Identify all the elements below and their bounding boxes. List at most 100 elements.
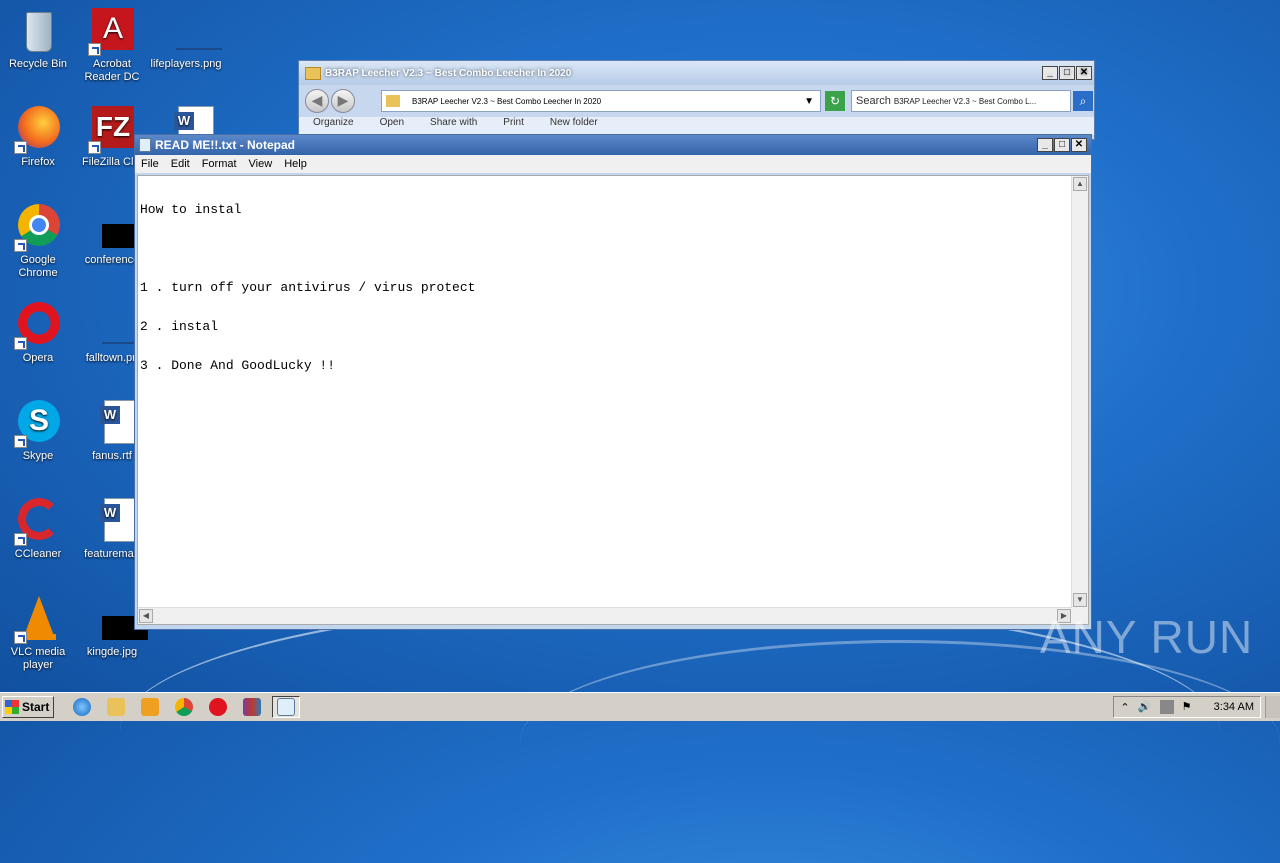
search-label: Search	[856, 95, 891, 107]
scroll-up-icon[interactable]: ▲	[1073, 177, 1087, 191]
search-term: B3RAP Leecher V2.3 ~ Best Combo L...	[893, 96, 1037, 106]
taskbar-winrar[interactable]	[238, 696, 266, 718]
notepad-menubar: File Edit Format View Help	[135, 155, 1091, 173]
menu-file[interactable]: File	[141, 158, 159, 170]
taskbar: Start ⌃ 🔊 ⚑ 3:34 AM	[0, 692, 1280, 721]
notepad-window-controls: _ □ ✕	[1036, 138, 1087, 152]
show-desktop-button[interactable]	[1265, 696, 1280, 718]
taskbar-notepad[interactable]	[272, 696, 300, 718]
image-thumbnail-icon	[88, 596, 148, 644]
address-text: B3RAP Leecher V2.3 ~ Best Combo Leecher …	[412, 96, 602, 106]
acrobat-icon: ⁠A	[88, 8, 136, 56]
desktop-icon-skype[interactable]: S Skype	[0, 400, 76, 463]
desktop-icon-opera[interactable]: Opera	[0, 302, 76, 365]
address-bar[interactable]: B3RAP Leecher V2.3 ~ Best Combo Leecher …	[381, 90, 821, 112]
shortcut-arrow-icon	[88, 43, 101, 56]
chevron-down-icon[interactable]: ▼	[804, 96, 814, 107]
desktop-icon-recycle-bin[interactable]: Recycle Bin	[0, 8, 76, 71]
command-print[interactable]: Print	[503, 117, 524, 135]
menu-view[interactable]: View	[249, 158, 273, 170]
media-player-icon	[141, 698, 159, 716]
back-button[interactable]: ◀	[305, 89, 329, 113]
windows-logo-icon	[5, 700, 19, 714]
maximize-button[interactable]: □	[1054, 138, 1070, 152]
volume-icon[interactable]: 🔊	[1138, 700, 1152, 714]
command-new-folder[interactable]: New folder	[550, 117, 598, 135]
desktop-icon-vlc[interactable]: VLC media player	[0, 596, 76, 672]
text-line	[140, 242, 475, 255]
notepad-text-area[interactable]: How to instal 1 . turn off your antiviru…	[137, 175, 1089, 625]
notepad-icon	[277, 698, 295, 716]
search-icon[interactable]: ⌕	[1073, 91, 1093, 111]
horizontal-scrollbar[interactable]: ◀ ▶	[138, 607, 1072, 624]
taskbar-media-player[interactable]	[136, 696, 164, 718]
menu-format[interactable]: Format	[202, 158, 237, 170]
vertical-scrollbar[interactable]: ▲ ▼	[1071, 176, 1088, 608]
explorer-window[interactable]: B3RAP Leecher V2.3 ~ Best Combo Leecher …	[298, 60, 1095, 140]
clock[interactable]: 3:34 AM	[1214, 701, 1254, 713]
taskbar-chrome[interactable]	[170, 696, 198, 718]
desktop-icon-firefox[interactable]: Firefox	[0, 106, 76, 169]
start-label: Start	[22, 700, 50, 714]
taskbar-ie[interactable]	[68, 696, 96, 718]
shortcut-arrow-icon	[14, 533, 27, 546]
close-button[interactable]: ✕	[1076, 66, 1092, 80]
desktop-icon-ccleaner[interactable]: CCleaner	[0, 498, 76, 561]
text-line: 2 . instal	[140, 319, 219, 334]
explorer-title: B3RAP Leecher V2.3 ~ Best Combo Leecher …	[325, 67, 572, 79]
desktop-icon-google-chrome[interactable]: Google Chrome	[0, 204, 76, 280]
vlc-cone-icon	[14, 596, 62, 644]
action-center-flag-icon[interactable]: ⚑	[1182, 700, 1196, 714]
folder-icon	[305, 66, 321, 80]
command-open[interactable]: Open	[380, 117, 404, 135]
anyrun-watermark: ANY RUN	[1040, 611, 1254, 663]
image-file-icon	[162, 8, 222, 56]
shortcut-arrow-icon	[14, 435, 27, 448]
ccleaner-icon	[14, 498, 62, 546]
text-line: 1 . turn off your antivirus / virus prot…	[140, 280, 476, 295]
image-file-icon	[88, 302, 148, 350]
refresh-button[interactable]: ↻	[825, 91, 845, 111]
explorer-navbar: ◀ ▶ B3RAP Leecher V2.3 ~ Best Combo Leec…	[299, 85, 1094, 117]
command-organize[interactable]: Organize	[313, 117, 354, 135]
scroll-left-icon[interactable]: ◀	[139, 609, 153, 623]
maximize-button[interactable]: □	[1059, 66, 1075, 80]
network-icon[interactable]	[1159, 700, 1174, 714]
desktop-icon-lifeplayers[interactable]: lifeplayers.png	[148, 8, 224, 71]
start-button[interactable]: Start	[2, 696, 54, 718]
opera-icon	[14, 302, 62, 350]
desktop-icon-acrobat[interactable]: ⁠A Acrobat Reader DC	[74, 8, 150, 84]
shortcut-arrow-icon	[14, 141, 27, 154]
notepad-title: READ ME!!.txt - Notepad	[155, 138, 295, 152]
command-share-with[interactable]: Share with	[430, 117, 477, 135]
menu-help[interactable]: Help	[284, 158, 307, 170]
menu-edit[interactable]: Edit	[171, 158, 190, 170]
explorer-command-bar: Organize Open Share with Print New folde…	[299, 117, 1094, 135]
firefox-icon	[14, 106, 62, 154]
filezilla-icon: FZ	[88, 106, 136, 154]
notepad-window[interactable]: READ ME!!.txt - Notepad _ □ ✕ File Edit …	[134, 134, 1092, 630]
wallpaper-swoosh	[520, 640, 1280, 843]
text-line: 3 . Done And GoodLucky !!	[140, 358, 336, 373]
close-button[interactable]: ✕	[1071, 138, 1087, 152]
explorer-window-controls: _ □ ✕	[1041, 66, 1092, 80]
forward-button[interactable]: ▶	[331, 89, 355, 113]
minimize-button[interactable]: _	[1037, 138, 1053, 152]
shortcut-arrow-icon	[88, 141, 101, 154]
skype-icon: S	[14, 400, 62, 448]
search-input[interactable]: Search B3RAP Leecher V2.3 ~ Best Combo L…	[851, 90, 1071, 112]
show-hidden-icons-icon[interactable]: ⌃	[1120, 701, 1129, 714]
minimize-button[interactable]: _	[1042, 66, 1058, 80]
explorer-titlebar[interactable]: B3RAP Leecher V2.3 ~ Best Combo Leecher …	[299, 61, 1094, 85]
chrome-icon	[175, 698, 193, 716]
recycle-bin-icon	[14, 8, 62, 56]
scroll-down-icon[interactable]: ▼	[1073, 593, 1087, 607]
notepad-titlebar[interactable]: READ ME!!.txt - Notepad _ □ ✕	[135, 135, 1091, 155]
shortcut-arrow-icon	[14, 631, 27, 644]
word-document-icon: W	[88, 400, 140, 448]
chrome-icon	[14, 204, 62, 252]
taskbar-explorer[interactable]	[102, 696, 130, 718]
winrar-icon	[243, 698, 261, 716]
word-document-icon: W	[88, 498, 140, 546]
taskbar-opera[interactable]	[204, 696, 232, 718]
